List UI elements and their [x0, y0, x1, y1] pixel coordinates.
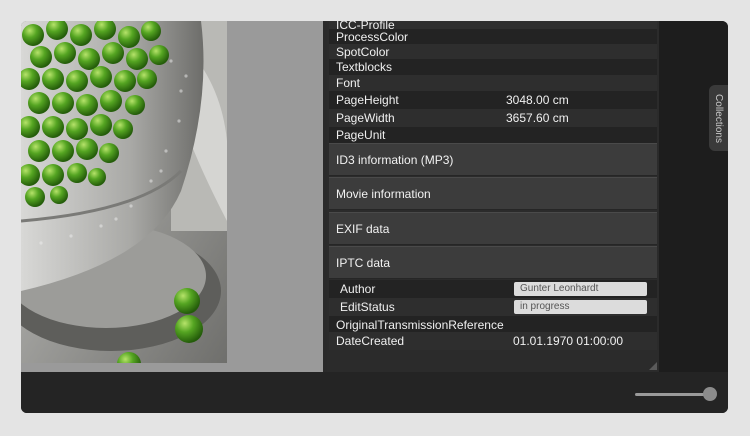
author-field[interactable]: Gunter Leonhardt — [514, 282, 647, 296]
metadata-row: ProcessColor — [329, 29, 657, 45]
section-exif[interactable]: EXIF data — [329, 212, 657, 245]
metadata-key: PageHeight — [336, 93, 399, 107]
section-id3[interactable]: ID3 information (MP3) — [329, 143, 657, 176]
metadata-key: Author — [340, 282, 376, 296]
metadata-panel: ICC-Profile ProcessColor SpotColor Textb… — [327, 21, 659, 372]
metadata-row: PageUnit — [329, 127, 657, 143]
zoom-slider-knob[interactable] — [703, 387, 717, 401]
peas-colander-image — [21, 21, 227, 363]
metadata-row: PageHeight 3048.00 cm — [329, 91, 657, 109]
iptc-row-editstatus: EditStatus in progress — [329, 298, 657, 316]
preview-area — [21, 21, 323, 372]
iptc-row-datecreated: DateCreated 01.01.1970 01:00:00 — [329, 332, 657, 350]
right-gutter — [659, 21, 728, 372]
section-label: EXIF data — [336, 222, 390, 236]
metadata-value: 3048.00 cm — [506, 93, 569, 107]
metadata-value: 01.01.1970 01:00:00 — [513, 334, 624, 348]
metadata-row: Font — [329, 75, 657, 91]
preview-image[interactable] — [21, 21, 227, 363]
resize-grip-icon[interactable] — [649, 362, 657, 370]
section-label: Movie information — [336, 187, 431, 201]
iptc-row-author: Author Gunter Leonhardt — [329, 280, 657, 298]
metadata-key: EditStatus — [340, 300, 395, 314]
metadata-key: PageUnit — [336, 128, 386, 142]
editstatus-field[interactable]: in progress — [514, 300, 647, 314]
metadata-key: SpotColor — [336, 45, 390, 59]
metadata-key: ProcessColor — [336, 30, 409, 44]
collections-tab-label: Collections — [713, 93, 725, 143]
collections-tab[interactable]: Collections — [709, 85, 728, 151]
section-label: ID3 information (MP3) — [336, 153, 454, 167]
metadata-key: PageWidth — [336, 111, 395, 125]
metadata-row: SpotColor — [329, 44, 657, 60]
metadata-row: Textblocks — [329, 59, 657, 75]
bottom-toolbar — [21, 372, 728, 413]
metadata-key: Font — [336, 76, 361, 90]
section-movie[interactable]: Movie information — [329, 177, 657, 210]
zoom-slider-track[interactable] — [635, 393, 711, 396]
section-label: IPTC data — [336, 256, 391, 270]
app-window: ICC-Profile ProcessColor SpotColor Textb… — [21, 21, 728, 413]
metadata-row: PageWidth 3657.60 cm — [329, 109, 657, 127]
metadata-key: DateCreated — [336, 334, 405, 348]
section-iptc[interactable]: IPTC data — [329, 246, 657, 279]
metadata-key: Textblocks — [336, 60, 393, 74]
metadata-value: 3657.60 cm — [506, 111, 569, 125]
